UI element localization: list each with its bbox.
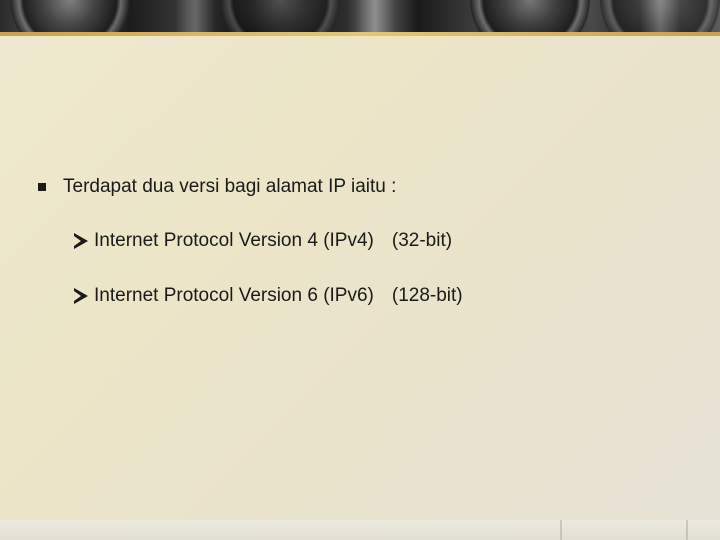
footer-divider <box>686 520 688 540</box>
main-bullet-item: Terdapat dua versi bagi alamat IP iaitu … <box>38 174 396 200</box>
sub-bullet-item-ipv6: Internet Protocol Version 6 (IPv6) (128-… <box>74 283 463 309</box>
square-bullet-icon <box>38 183 46 191</box>
sub-bullet-item-ipv4: Internet Protocol Version 4 (IPv4) (32-b… <box>74 228 452 254</box>
slide-content: Terdapat dua versi bagi alamat IP iaitu … <box>0 0 720 540</box>
sub-bullet-label: Internet Protocol Version 6 (IPv6) <box>94 285 374 306</box>
arrow-bullet-icon <box>74 233 88 249</box>
sub-bullet-label: Internet Protocol Version 4 (IPv4) <box>94 230 374 251</box>
sub-bullet-detail: (128-bit) <box>391 285 463 306</box>
arrow-bullet-icon <box>74 288 88 304</box>
main-bullet-text: Terdapat dua versi bagi alamat IP iaitu … <box>63 176 397 197</box>
footer-divider <box>560 520 562 540</box>
footer-strip <box>0 520 720 540</box>
sub-bullet-detail: (32-bit) <box>391 230 453 251</box>
